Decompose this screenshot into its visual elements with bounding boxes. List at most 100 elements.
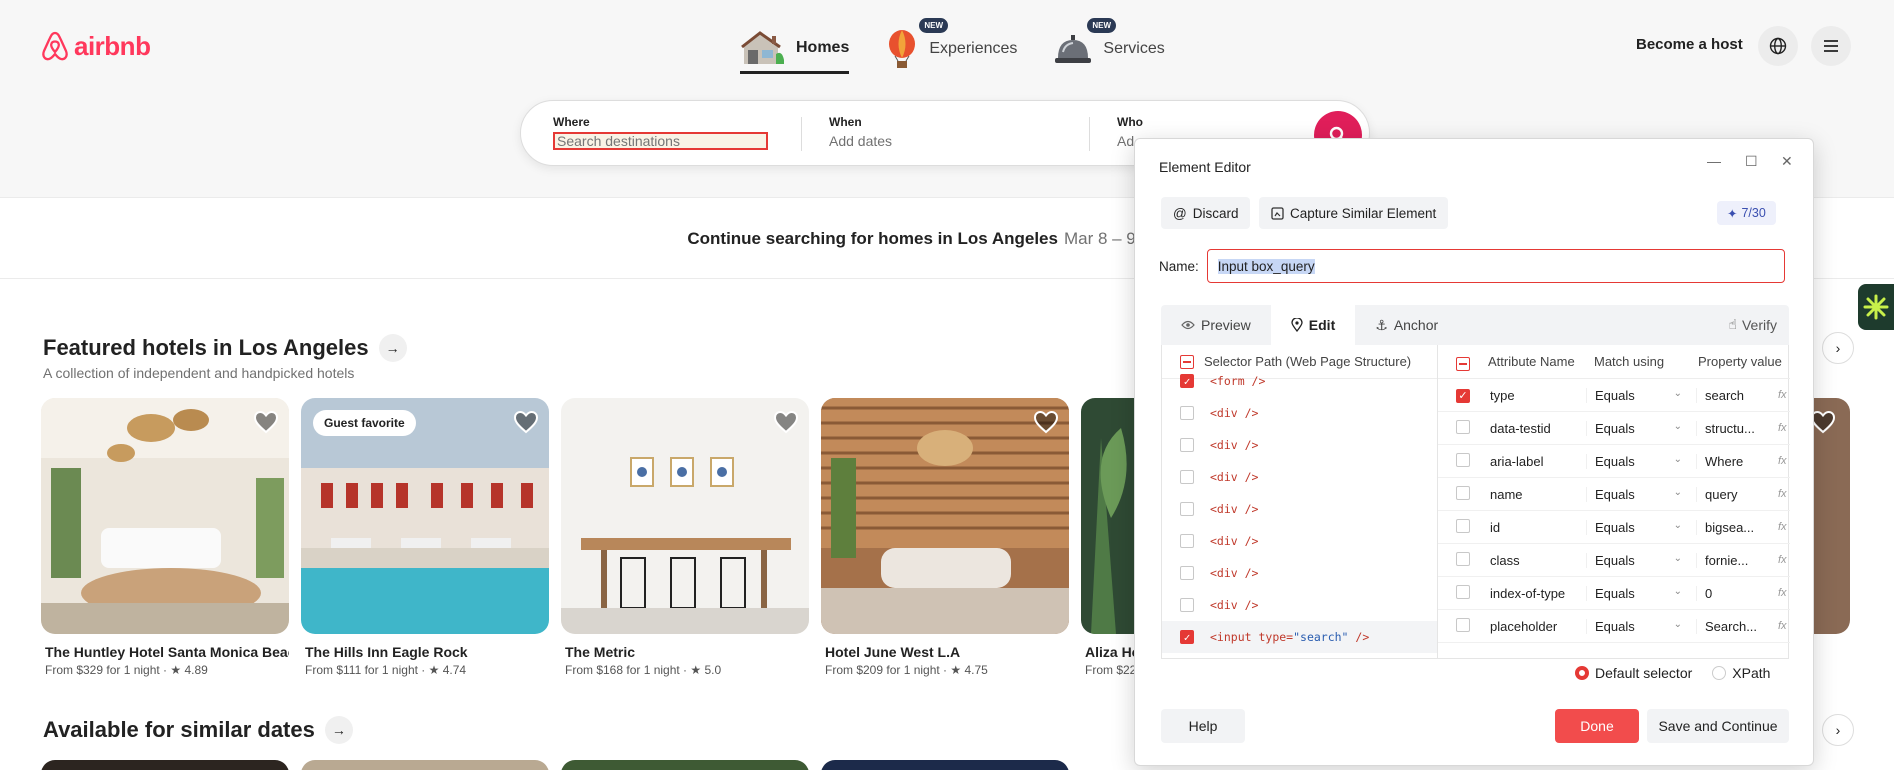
attr-select-all-checkbox[interactable] <box>1456 356 1470 371</box>
where-field[interactable]: Where <box>553 115 768 150</box>
attr-checkbox[interactable] <box>1456 389 1470 404</box>
carousel-next-button[interactable]: › <box>1822 332 1854 364</box>
attr-checkbox[interactable] <box>1456 419 1470 434</box>
function-icon[interactable]: fx <box>1778 455 1787 467</box>
attribute-row[interactable]: data-testid Equals ⌄ structu... fx <box>1438 412 1790 445</box>
attr-checkbox[interactable] <box>1456 584 1470 599</box>
become-host-link[interactable]: Become a host <box>1636 36 1743 53</box>
heart-icon[interactable] <box>513 410 539 434</box>
where-search-input[interactable] <box>553 132 768 150</box>
attr-checkbox-cell[interactable] <box>1438 551 1478 569</box>
attribute-row[interactable]: id Equals ⌄ bigsea... fx <box>1438 511 1790 544</box>
select-all-checkbox[interactable] <box>1180 354 1194 369</box>
tab-services[interactable]: NEW Services <box>1053 18 1165 74</box>
path-checkbox[interactable] <box>1180 534 1194 548</box>
path-row[interactable]: <div /> <box>1162 525 1437 557</box>
maximize-icon[interactable]: ☐ <box>1745 153 1758 170</box>
attribute-row[interactable]: index-of-type Equals ⌄ 0 fx <box>1438 577 1790 610</box>
attr-checkbox-cell[interactable] <box>1438 617 1478 635</box>
tab-anchor[interactable]: ⚓ Anchor <box>1355 305 1458 345</box>
assistant-side-tab[interactable] <box>1858 284 1894 330</box>
match-using-select[interactable]: Equals ⌄ <box>1586 486 1696 502</box>
featured-section-title[interactable]: Featured hotels in Los Angeles → <box>43 334 407 362</box>
path-row[interactable]: <div /> <box>1162 589 1437 621</box>
path-checkbox[interactable] <box>1180 374 1194 388</box>
function-icon[interactable]: fx <box>1778 521 1787 533</box>
path-checkbox[interactable] <box>1180 566 1194 580</box>
path-checkbox[interactable] <box>1180 630 1194 644</box>
attr-select-all[interactable] <box>1438 353 1478 371</box>
hotel-photo[interactable] <box>561 398 809 634</box>
function-icon[interactable]: fx <box>1778 488 1787 500</box>
save-and-continue-button[interactable]: Save and Continue <box>1647 709 1789 743</box>
path-checkbox[interactable] <box>1180 406 1194 420</box>
heart-icon[interactable] <box>253 410 279 434</box>
tab-preview[interactable]: Preview <box>1161 305 1271 345</box>
attr-checkbox[interactable] <box>1456 518 1470 533</box>
main-menu-button[interactable] <box>1811 26 1851 66</box>
when-field[interactable]: When Add dates <box>829 115 892 149</box>
function-icon[interactable]: fx <box>1778 587 1787 599</box>
function-icon[interactable]: fx <box>1778 422 1787 434</box>
property-value[interactable]: query <box>1696 486 1778 502</box>
match-using-select[interactable]: Equals ⌄ <box>1586 453 1696 469</box>
property-value[interactable]: fornie... <box>1696 552 1778 568</box>
attribute-row[interactable]: type Equals ⌄ searchfx <box>1438 379 1790 412</box>
verify-button[interactable]: ☝ Verify <box>1728 316 1777 333</box>
match-using-select[interactable]: Equals ⌄ <box>1586 519 1696 535</box>
hotel-photo[interactable]: Guest favorite <box>301 398 549 634</box>
path-row[interactable]: <div /> <box>1162 461 1437 493</box>
hotel-card[interactable]: Guest favorite The Hills Inn Eagle Rock … <box>301 398 549 677</box>
attr-checkbox-cell[interactable] <box>1438 452 1478 470</box>
path-checkbox[interactable] <box>1180 502 1194 516</box>
listing-card[interactable] <box>301 760 549 770</box>
ai-usage-counter[interactable]: ✦ 7/30 <box>1717 201 1776 225</box>
help-button[interactable]: Help <box>1161 709 1245 743</box>
attr-checkbox[interactable] <box>1456 551 1470 566</box>
match-using-select[interactable]: Equals ⌄ <box>1586 585 1696 601</box>
attr-checkbox[interactable] <box>1456 452 1470 467</box>
listing-card[interactable] <box>41 760 289 770</box>
arrow-right-icon[interactable]: → <box>324 716 353 744</box>
function-icon[interactable]: fx <box>1778 554 1787 566</box>
function-icon[interactable]: fx <box>1778 389 1787 401</box>
match-using-select[interactable]: Equals ⌄ <box>1586 420 1696 436</box>
property-value[interactable]: Where <box>1696 453 1778 469</box>
heart-icon[interactable] <box>1033 410 1059 434</box>
carousel-next-button[interactable]: › <box>1822 714 1854 746</box>
hotel-photo[interactable] <box>41 398 289 634</box>
minimize-icon[interactable]: — <box>1707 153 1721 169</box>
attribute-row[interactable]: name Equals ⌄ query fx <box>1438 478 1790 511</box>
hotel-card[interactable]: The Metric From $168 for 1 night · ★ 5.0 <box>561 398 809 677</box>
match-using-select[interactable]: Equals ⌄ <box>1586 387 1696 403</box>
path-checkbox[interactable] <box>1180 438 1194 452</box>
attr-checkbox-cell[interactable] <box>1438 387 1478 404</box>
listing-card[interactable] <box>821 760 1069 770</box>
heart-icon[interactable] <box>773 410 799 434</box>
path-row[interactable]: <div /> <box>1162 493 1437 525</box>
hotel-card[interactable]: The Huntley Hotel Santa Monica Beach Fro… <box>41 398 289 677</box>
property-value[interactable]: search <box>1696 387 1778 403</box>
airbnb-logo[interactable]: airbnb <box>40 30 151 62</box>
attribute-row[interactable]: class Equals ⌄ fornie... fx <box>1438 544 1790 577</box>
match-using-select[interactable]: Equals ⌄ <box>1586 552 1696 568</box>
tab-experiences[interactable]: NEW Experiences <box>885 18 1017 74</box>
done-button[interactable]: Done <box>1555 709 1639 743</box>
path-row[interactable]: <div /> <box>1162 557 1437 589</box>
arrow-right-icon[interactable]: → <box>378 334 407 362</box>
hotel-photo[interactable] <box>821 398 1069 634</box>
hotel-card[interactable]: Hotel June West L.A From $209 for 1 nigh… <box>821 398 1069 677</box>
language-button[interactable] <box>1758 26 1798 66</box>
attribute-row[interactable]: aria-label Equals ⌄ Where fx <box>1438 445 1790 478</box>
path-row-selected[interactable]: <input type="search" /> <box>1162 621 1437 653</box>
listing-card[interactable] <box>561 760 809 770</box>
path-row[interactable]: <div /> <box>1162 429 1437 461</box>
element-name-input[interactable]: Input box_query <box>1206 249 1785 283</box>
attr-checkbox-cell[interactable] <box>1438 518 1478 536</box>
attr-checkbox-cell[interactable] <box>1438 485 1478 503</box>
path-row[interactable]: <div /> <box>1162 397 1437 429</box>
match-using-select[interactable]: Equals ⌄ <box>1586 618 1696 634</box>
attr-checkbox[interactable] <box>1456 485 1470 500</box>
similar-section-title[interactable]: Available for similar dates → <box>43 716 353 744</box>
discard-button[interactable]: @ Discard <box>1161 197 1251 229</box>
